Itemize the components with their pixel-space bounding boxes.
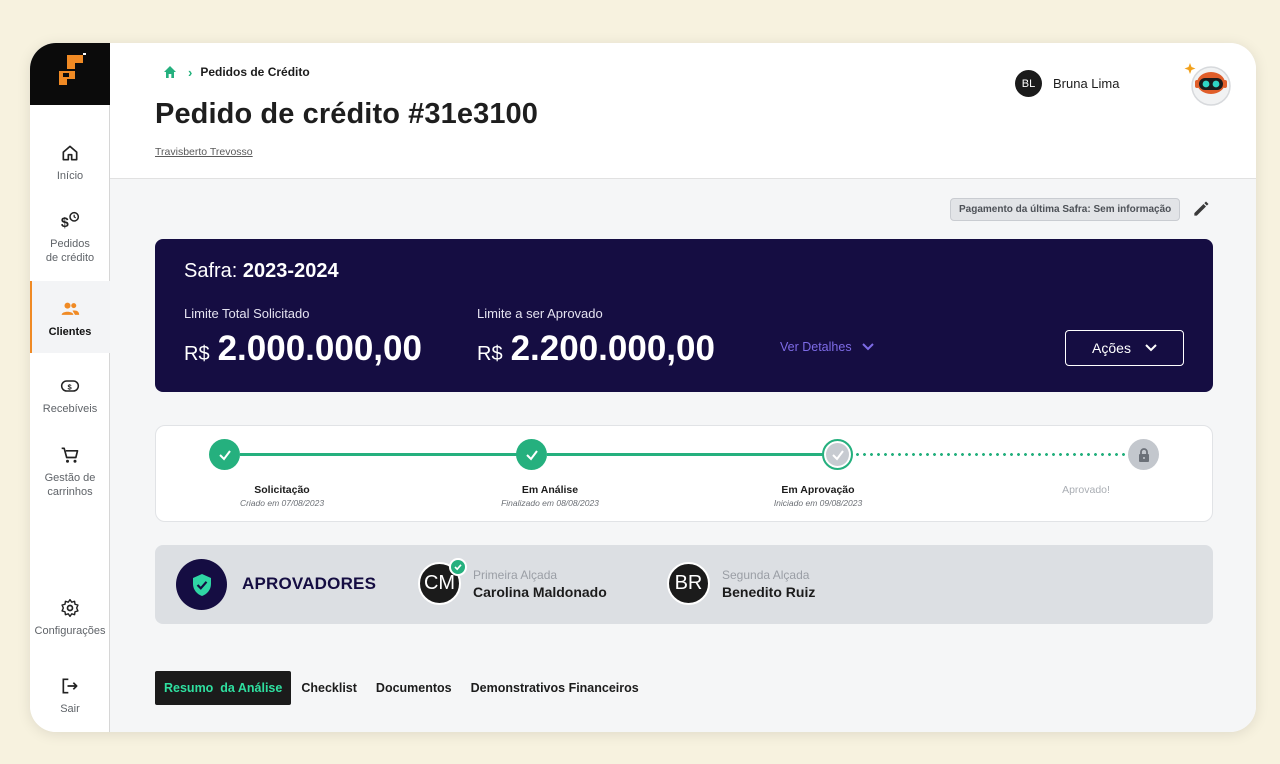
avatar: BL bbox=[1015, 70, 1042, 97]
sidebar-item-label: Sair bbox=[60, 703, 80, 715]
step-connector bbox=[240, 453, 517, 456]
acoes-button[interactable]: Ações bbox=[1065, 330, 1184, 366]
header: › Pedidos de Crédito Pedido de crédito #… bbox=[110, 43, 1256, 179]
user-menu[interactable]: BL Bruna Lima bbox=[1015, 70, 1119, 97]
chevron-right-icon: › bbox=[188, 64, 193, 80]
ver-detalhes-label: Ver Detalhes bbox=[780, 340, 852, 354]
chevron-down-icon bbox=[861, 343, 874, 351]
approvers-title: APROVADORES bbox=[242, 574, 377, 593]
safra-card: Safra: 2023-2024 Limite Total Solicitado… bbox=[155, 239, 1213, 392]
users-icon bbox=[61, 302, 80, 315]
sidebar-item-label: Recebíveis bbox=[42, 403, 98, 415]
step-name: Em Análise bbox=[521, 484, 579, 496]
step-connector-pending bbox=[854, 453, 1129, 456]
limit-approved-value: R$ 2.200.000,00 bbox=[477, 329, 715, 369]
sidebar-item-configuracoes[interactable]: Configurações bbox=[30, 598, 110, 638]
limit-approved-label: Limite a ser Aprovado bbox=[477, 306, 603, 321]
step-name: Solicitação bbox=[254, 484, 310, 496]
money-clock-icon: $ bbox=[61, 211, 80, 231]
assistant-robot-icon[interactable] bbox=[1184, 59, 1234, 109]
limit-requested-label: Limite Total Solicitado bbox=[184, 306, 310, 321]
user-name: Bruna Lima bbox=[1053, 76, 1120, 91]
tab-bar: Resumo da Análise Checklist Documentos D… bbox=[155, 671, 658, 705]
sidebar-item-label: Pedidos de crédito bbox=[45, 238, 95, 264]
sidebar-item-label: Clientes bbox=[48, 326, 92, 338]
sidebar: Início $ Pedidos de crédito Clientes $ R… bbox=[30, 43, 110, 732]
tab-documentos[interactable]: Documentos bbox=[376, 671, 452, 705]
avatar-initials: BR bbox=[674, 572, 703, 594]
sidebar-item-clientes[interactable]: Clientes bbox=[30, 281, 110, 353]
approver-first: CM Primeira Alçada Carolina Maldonado bbox=[418, 558, 607, 605]
client-link[interactable]: Travisberto Trevosso bbox=[155, 146, 253, 158]
approver-role: Primeira Alçada bbox=[473, 567, 558, 582]
banknote-icon: $ bbox=[60, 380, 80, 392]
chevron-down-icon bbox=[1145, 344, 1157, 352]
ver-detalhes-link[interactable]: Ver Detalhes bbox=[780, 340, 874, 354]
page-title: Pedido de crédito #31e3100 bbox=[155, 98, 538, 130]
breadcrumb: › Pedidos de Crédito bbox=[162, 64, 310, 80]
step-name: Aprovado! bbox=[1062, 484, 1110, 496]
shield-check-icon bbox=[176, 559, 227, 610]
svg-text:$: $ bbox=[68, 382, 73, 391]
gear-icon bbox=[61, 598, 79, 618]
status-badge: Pagamento da última Safra: Sem informaçã… bbox=[950, 198, 1181, 221]
progress-stepper: Solicitação Criado em 07/08/2023 Em Anál… bbox=[155, 425, 1213, 522]
safra-value: 2023-2024 bbox=[242, 260, 339, 282]
breadcrumb-current: Pedidos de Crédito bbox=[200, 65, 310, 79]
logo[interactable] bbox=[30, 43, 110, 105]
approver-name: Benedito Ruiz bbox=[722, 583, 816, 600]
approved-check-icon bbox=[449, 558, 467, 576]
sidebar-item-recebiveis[interactable]: $ Recebíveis bbox=[30, 376, 110, 416]
app-window: Início $ Pedidos de crédito Clientes $ R… bbox=[30, 43, 1256, 732]
currency-symbol: R$ bbox=[184, 343, 210, 365]
svg-text:$: $ bbox=[61, 215, 69, 231]
home-icon bbox=[62, 145, 78, 161]
sidebar-item-pedidos[interactable]: $ Pedidos de crédito bbox=[30, 211, 110, 265]
main-content: Pagamento da última Safra: Sem informaçã… bbox=[110, 179, 1256, 732]
limit-requested-amount: 2.000.000,00 bbox=[217, 329, 422, 368]
acoes-label: Ações bbox=[1092, 340, 1131, 356]
safra-title: Safra: 2023-2024 bbox=[184, 260, 339, 283]
tab-resumo-analise[interactable]: Resumo da Análise bbox=[155, 671, 292, 705]
sidebar-item-inicio[interactable]: Início bbox=[30, 143, 110, 183]
step-date: Iniciado em 09/08/2023 bbox=[773, 498, 863, 508]
sidebar-item-sair[interactable]: Sair bbox=[30, 676, 110, 716]
step-2-check-icon bbox=[516, 439, 547, 470]
currency-symbol: R$ bbox=[477, 343, 503, 365]
step-name: Em Aprovação bbox=[781, 484, 855, 496]
step-date: Criado em 07/08/2023 bbox=[239, 498, 325, 508]
tab-checklist[interactable]: Checklist bbox=[301, 671, 357, 705]
approver-name: Carolina Maldonado bbox=[473, 583, 607, 600]
step-date: Finalizado em 08/08/2023 bbox=[501, 498, 599, 508]
safra-label: Safra: bbox=[184, 260, 243, 282]
limit-requested-value: R$ 2.000.000,00 bbox=[184, 329, 422, 369]
cart-icon bbox=[61, 447, 79, 463]
approver-second: BR Segunda Alçada Benedito Ruiz bbox=[667, 562, 815, 605]
step-3-check-icon bbox=[822, 439, 853, 470]
tab-demonstrativos[interactable]: Demonstrativos Financeiros bbox=[471, 671, 639, 705]
sidebar-item-label: Início bbox=[56, 170, 84, 182]
logo-mark-icon bbox=[59, 53, 86, 85]
sidebar-item-label: Configurações bbox=[34, 625, 106, 637]
sidebar-item-carrinhos[interactable]: Gestão de carrinhos bbox=[30, 445, 110, 499]
avatar-initials: CM bbox=[423, 572, 456, 594]
approvers-panel: APROVADORES CM Primeira Alçada Carolina … bbox=[155, 545, 1213, 624]
step-1-check-icon bbox=[209, 439, 240, 470]
pencil-icon[interactable] bbox=[1191, 199, 1211, 219]
logout-icon bbox=[62, 678, 78, 694]
approver-role: Segunda Alçada bbox=[722, 567, 810, 582]
avatar: CM bbox=[418, 558, 467, 605]
sidebar-item-label: Gestão de carrinhos bbox=[44, 472, 96, 498]
step-4-lock-icon bbox=[1128, 439, 1159, 470]
avatar: BR bbox=[667, 562, 710, 605]
limit-approved-amount: 2.200.000,00 bbox=[510, 329, 715, 368]
home-icon[interactable] bbox=[162, 64, 178, 80]
step-connector bbox=[547, 453, 824, 456]
